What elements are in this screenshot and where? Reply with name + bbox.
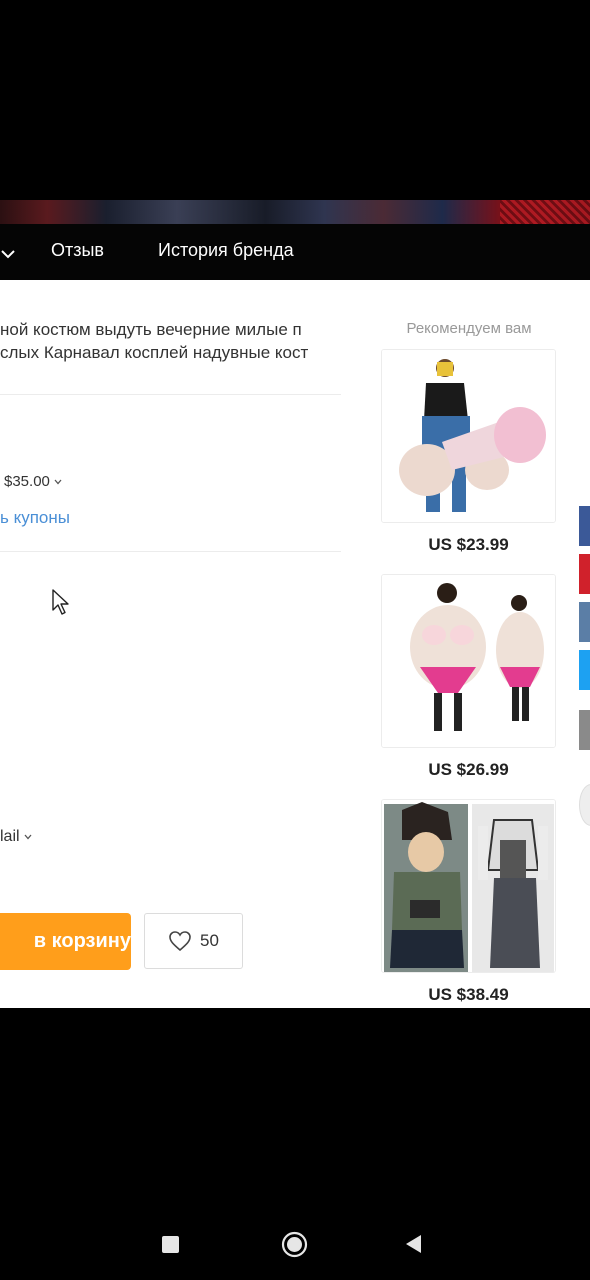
page-edge — [578, 280, 590, 1008]
price-selector[interactable]: $35.00 — [4, 473, 63, 490]
add-to-cart-label: в корзину — [33, 930, 131, 952]
home-circle-icon[interactable] — [281, 1231, 308, 1263]
recents-square-icon[interactable] — [162, 1236, 179, 1253]
recommendation-card[interactable] — [381, 799, 556, 973]
back-triangle-icon[interactable] — [404, 1234, 423, 1259]
recommendation-price: US $38.49 — [428, 985, 509, 1004]
share-facebook-button[interactable] — [579, 506, 590, 546]
nav-item-brand-history[interactable]: История бренда — [158, 240, 294, 261]
chevron-down-icon — [54, 479, 62, 484]
nav-item-reviews[interactable]: Отзыв — [51, 240, 104, 261]
coupons-link[interactable]: ь купоны — [0, 508, 70, 528]
recommendation-card[interactable] — [381, 349, 556, 523]
product-image — [382, 800, 555, 972]
chevron-down-icon — [24, 834, 32, 840]
shipping-selector[interactable]: lail — [0, 828, 33, 846]
share-pinterest-button[interactable] — [579, 554, 590, 594]
add-to-cart-button[interactable]: в корзину — [0, 913, 131, 970]
share-vk-button[interactable] — [579, 602, 590, 642]
product-image — [382, 350, 555, 522]
recommendation-price: US $23.99 — [428, 535, 509, 554]
share-more-button[interactable] — [579, 710, 590, 750]
heart-icon — [169, 931, 191, 952]
recommendation-card[interactable] — [381, 574, 556, 748]
wishlist-button[interactable]: 50 — [144, 913, 243, 969]
cursor-icon — [51, 588, 71, 621]
wishlist-count: 50 — [200, 931, 219, 950]
recommendations-title: Рекомендуем вам — [406, 320, 532, 337]
chevron-down-icon[interactable] — [0, 246, 16, 267]
product-title-line-2: слых Карнавал косплей надувные кост — [0, 343, 309, 362]
product-image — [382, 575, 555, 747]
shipping-selector-value: lail — [0, 828, 20, 845]
price-selector-value: $35.00 — [4, 473, 50, 490]
share-twitter-button[interactable] — [579, 650, 590, 690]
recommendation-price: US $26.99 — [428, 760, 509, 779]
divider — [0, 551, 341, 552]
divider — [0, 394, 341, 395]
product-title-line-1: ной костюм выдуть вечерние милые п — [0, 320, 302, 339]
store-banner-decoration — [500, 200, 590, 224]
